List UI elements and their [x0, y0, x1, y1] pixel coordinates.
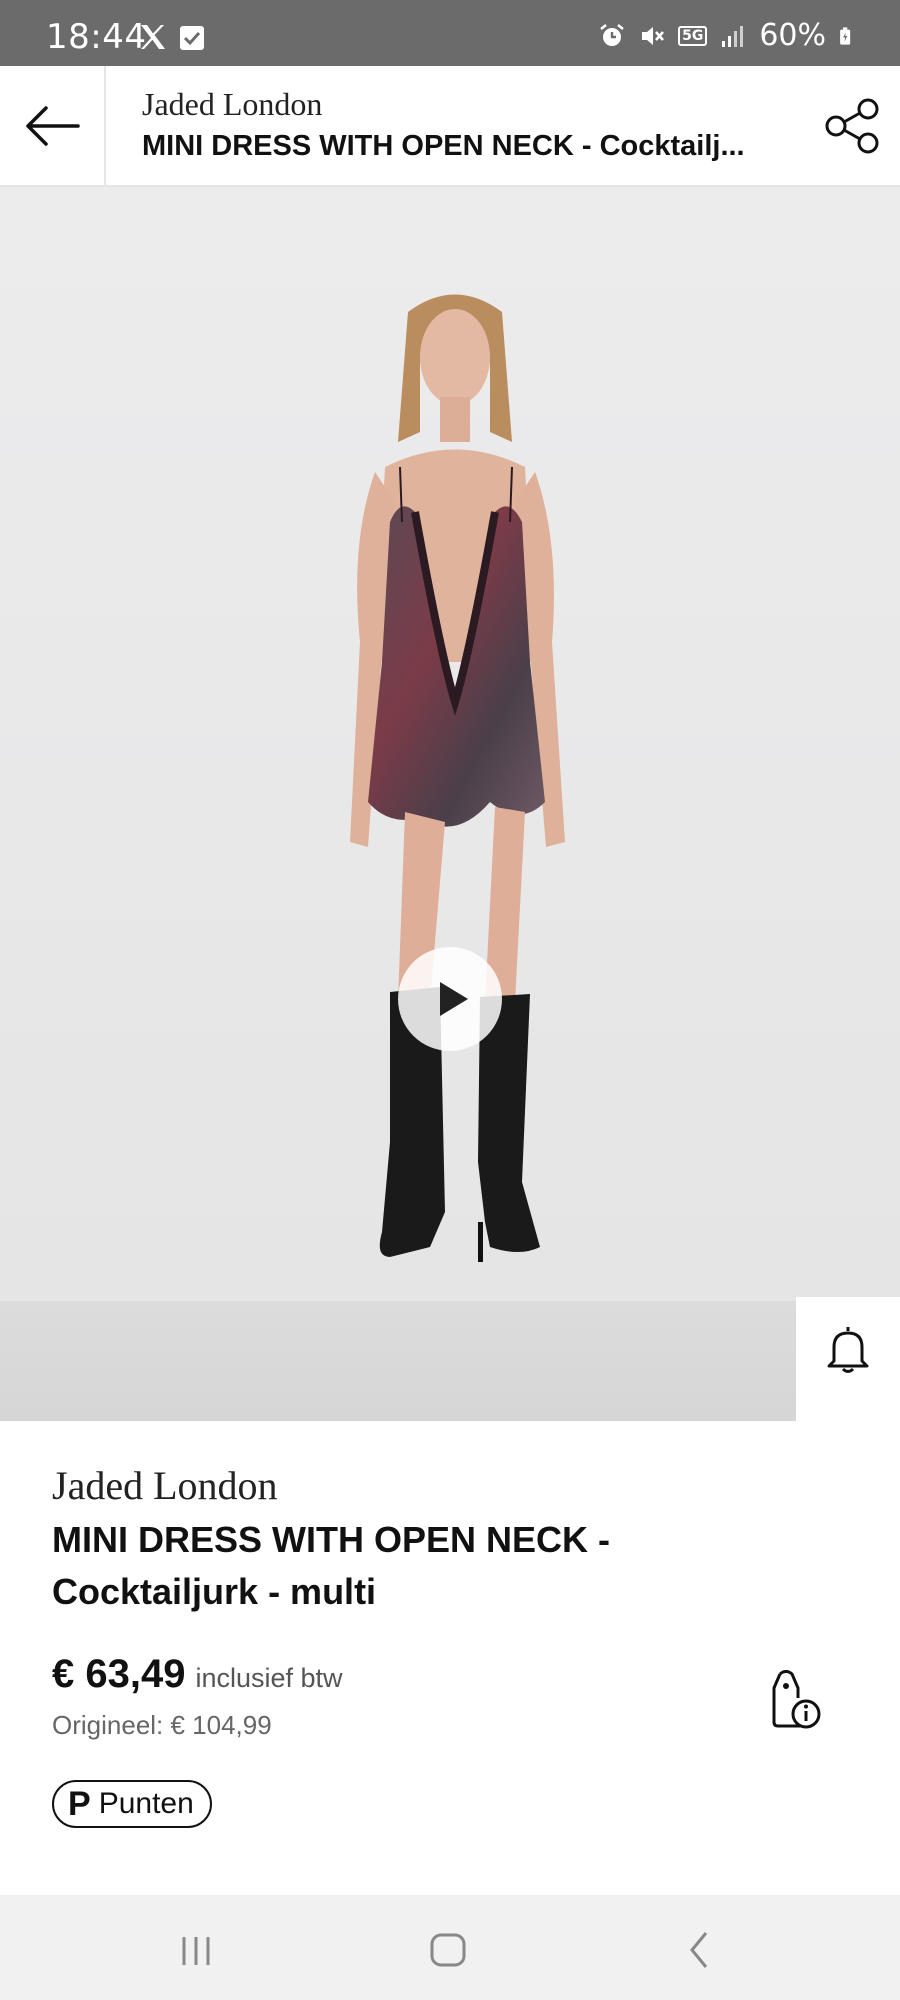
status-icons: 5G 60%: [598, 18, 858, 53]
product-title: MINI DRESS WITH OPEN NECK - Cocktailjurk…: [52, 1519, 611, 1612]
points-icon: P: [68, 1784, 91, 1823]
header-brand: Jaded London: [142, 86, 323, 122]
bell-icon: [827, 1327, 869, 1373]
model-photo: [350, 294, 565, 1262]
header-title: MINI DRESS WITH OPEN NECK - Cocktailj...: [142, 130, 745, 162]
system-back-icon[interactable]: [670, 1925, 730, 1975]
notify-button[interactable]: [796, 1297, 900, 1401]
system-nav-bar: [0, 1895, 900, 2000]
original-price: Origineel: € 104,99: [52, 1710, 272, 1740]
current-price: € 63,49: [52, 1652, 186, 1696]
x-icon: [141, 25, 165, 49]
alarm-icon: [600, 23, 624, 46]
signal-icon: [722, 25, 744, 47]
checkbox-icon: [180, 26, 204, 50]
back-button[interactable]: [0, 66, 106, 185]
mute-icon: [642, 26, 665, 45]
status-time: 18:44: [46, 17, 147, 57]
play-video-button[interactable]: [398, 947, 502, 1051]
battery-percent: 60%: [759, 18, 826, 53]
product-brand[interactable]: Jaded London: [52, 1462, 278, 1509]
wishlist-button[interactable]: [796, 1401, 900, 1421]
product-header: Jaded London MINI DRESS WITH OPEN NECK -…: [0, 66, 900, 187]
status-bar: 18:44 5G 60%: [0, 0, 900, 66]
back-arrow-icon: [26, 105, 80, 146]
battery-icon: [840, 26, 851, 45]
side-actions: [796, 1297, 900, 1421]
recent-apps-icon[interactable]: [166, 1925, 226, 1975]
points-badge[interactable]: P Punten: [52, 1780, 212, 1828]
price-row: € 63,49 inclusief btw: [52, 1652, 343, 1697]
price-info-tag-icon[interactable]: [766, 1670, 822, 1730]
vat-note: inclusief btw: [195, 1663, 343, 1693]
network-type: 5G: [678, 25, 708, 46]
play-icon: [440, 982, 468, 1016]
home-icon[interactable]: [418, 1925, 478, 1975]
product-image[interactable]: [0, 187, 900, 1421]
share-icon[interactable]: [822, 96, 882, 156]
points-label: Punten: [98, 1787, 194, 1820]
